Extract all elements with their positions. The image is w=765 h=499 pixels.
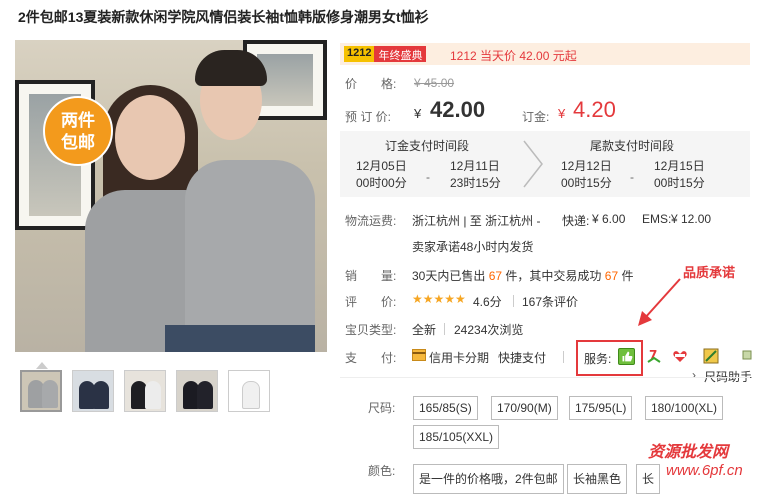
payment-label: 支 付: — [345, 351, 397, 365]
presale-price: 42.00 — [430, 97, 486, 122]
final-start: 12月12日 00时15分 — [561, 158, 612, 192]
sales-label: 销 量: — [345, 269, 397, 283]
watermark-url: www.6pf.cn — [666, 462, 743, 479]
credit-card-icon — [412, 349, 426, 361]
free-shipping-badge: 两件 包邮 — [43, 96, 113, 166]
express-price: ¥ 6.00 — [592, 212, 626, 226]
final-period-title: 尾款支付时间段 — [590, 139, 675, 153]
sales-prefix: 30天内已售出 — [412, 269, 486, 283]
category-label: 宝贝类型: — [345, 323, 397, 337]
deposit-period-title: 订金支付时间段 — [385, 139, 470, 153]
size-label: 尺码: — [368, 401, 396, 415]
thumbs-up-icon[interactable] — [618, 348, 635, 365]
size-option-l[interactable]: 175/95(L) — [569, 396, 633, 420]
seven-day-return-icon[interactable]: 7 — [646, 348, 662, 364]
express-label: 快递: — [562, 214, 590, 228]
thumbnail-3[interactable] — [124, 370, 166, 412]
deposit-price: 4.20 — [573, 97, 616, 122]
deposit-label: 订金: — [522, 110, 550, 124]
jeans — [165, 325, 315, 352]
final-end-time: 00时15分 — [654, 176, 705, 190]
thumbnail-5[interactable] — [228, 370, 270, 412]
shipping-promise: 卖家承诺48小时内发货 — [412, 240, 534, 254]
sales-mid: 件，其中交易成功 — [505, 269, 602, 283]
credit-installment[interactable]: 信用卡分期 — [429, 349, 489, 366]
service-label: 服务: — [584, 352, 612, 366]
promo-text: 1212 当天价 42.00 元起 — [450, 49, 577, 63]
quality-promise-annotation: 品质承诺 — [683, 265, 736, 280]
thumbs-up-glyph-icon — [622, 351, 633, 362]
product-title: 2件包邮13夏装新款休闲学院风情侣装长袖t恤韩版修身潮男女t恤衫 — [18, 9, 429, 25]
review-count[interactable]: 167条评价 — [522, 293, 578, 310]
size-option-m[interactable]: 170/90(M) — [491, 396, 558, 420]
final-end: 12月15日 00时15分 — [654, 158, 705, 192]
category-divider — [444, 323, 445, 335]
thumbnail-1[interactable] — [20, 370, 62, 412]
deposit-yen: ¥ — [558, 106, 566, 121]
size-option-s[interactable]: 165/85(S) — [413, 396, 478, 420]
sales-count: 67 — [488, 269, 503, 283]
color-option-notice[interactable]: 是一件的价格哦，2件包邮 — [413, 464, 564, 494]
annotation-arrow-icon — [638, 278, 681, 326]
payment-schedule: 订金支付时间段 12月05日 00时00分 - 12月11日 23时15分 尾款… — [340, 131, 750, 197]
color-option-black[interactable]: 长袖黑色 — [567, 464, 628, 494]
color-label: 颜色: — [368, 464, 396, 478]
rating-divider — [513, 295, 514, 307]
promo-tag-year: 1212 — [344, 46, 375, 62]
heart-guarantee-icon[interactable] — [672, 348, 688, 364]
deposit-dash: - — [426, 170, 430, 184]
size-helper-chevron-icon[interactable]: › — [692, 368, 696, 382]
promo-bar: 1212 年终盛典 1212 当天价 42.00 元起 — [340, 43, 750, 65]
deposit-end-time: 23时15分 — [450, 176, 501, 190]
size-option-xxl[interactable]: 185/105(XXL) — [413, 425, 500, 449]
view-count: 24234次浏览 — [454, 323, 524, 337]
chevron-right-icon — [523, 140, 543, 188]
price-label: 价 格: — [345, 77, 397, 91]
presale-label: 预 订 价: — [345, 110, 392, 124]
original-price: ¥ 45.00 — [414, 76, 455, 90]
rating-score: 4.6分 — [473, 295, 502, 309]
sales-text: 30天内已售出 67 件，其中交易成功 67 件 — [412, 267, 633, 284]
rating-label: 评 价: — [345, 295, 397, 309]
badge-line1: 两件 — [61, 111, 95, 130]
item-condition: 全新 — [412, 323, 437, 337]
deposit-start: 12月05日 00时00分 — [356, 158, 407, 192]
badge-line2: 包邮 — [61, 133, 95, 152]
promo-tag: 1212 年终盛典 — [344, 46, 427, 62]
sales-success-count: 67 — [604, 269, 619, 283]
deposit-start-date: 12月05日 — [356, 159, 407, 173]
shipping-label: 物流运费: — [345, 214, 397, 228]
final-end-date: 12月15日 — [654, 159, 705, 173]
watermark-text: 资源批发网 — [648, 444, 729, 461]
thumb-active-arrow — [36, 362, 48, 369]
thumbnail-2[interactable] — [72, 370, 114, 412]
payment-divider — [563, 351, 564, 363]
ems-price: ¥ 12.00 — [671, 212, 712, 226]
quick-pay[interactable]: 快捷支付 — [498, 349, 546, 366]
more-services-icon[interactable] — [742, 350, 752, 360]
promo-tag-text: 年终盛典 — [374, 46, 427, 62]
authentic-goods-icon[interactable] — [703, 348, 719, 364]
deposit-end: 12月11日 23时15分 — [450, 158, 501, 192]
deposit-end-date: 12月11日 — [450, 159, 500, 173]
thumbnail-strip — [20, 370, 270, 412]
final-start-time: 00时15分 — [561, 176, 612, 190]
rating-stars: ★★★★★ — [412, 292, 466, 306]
shipping-route[interactable]: 浙江杭州 | 至 浙江杭州 - — [412, 212, 540, 229]
main-product-image[interactable]: 两件 包邮 — [15, 40, 327, 352]
boy-figure — [185, 160, 315, 352]
section-divider — [340, 377, 750, 378]
color-option-partial[interactable]: 长 — [636, 464, 661, 494]
presale-yen: ¥ — [414, 106, 422, 121]
ems-label: EMS: — [642, 212, 672, 226]
final-dash: - — [630, 170, 634, 184]
size-option-xl[interactable]: 180/100(XL) — [645, 396, 724, 420]
deposit-start-time: 00时00分 — [356, 176, 407, 190]
final-start-date: 12月12日 — [561, 159, 612, 173]
thumbnail-4[interactable] — [176, 370, 218, 412]
girl-face — [115, 95, 185, 180]
